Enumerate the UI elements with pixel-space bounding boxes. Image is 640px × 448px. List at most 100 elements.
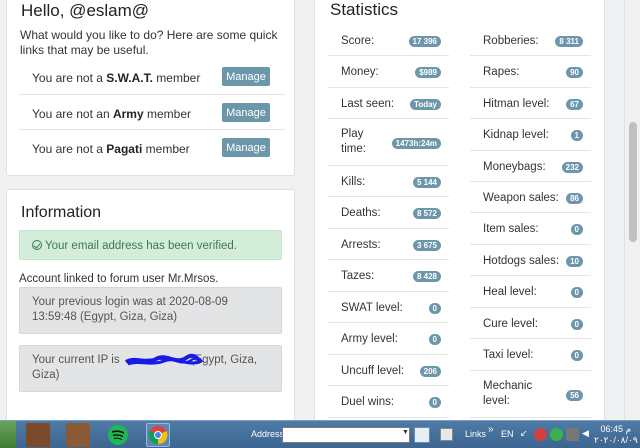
- stat-label: Heal level:: [483, 286, 537, 298]
- stat-row: Army level: 0: [328, 323, 449, 355]
- membership-text: You are not a S.W.A.T. member: [32, 71, 201, 85]
- membership-row-pagati: You are not a Pagati member Manage: [19, 129, 285, 164]
- chrome-icon[interactable]: [146, 423, 170, 447]
- expand-arrows-icon[interactable]: »: [488, 424, 494, 435]
- windows-taskbar: Address ▼ Links » EN ↙ ◀ 06:45 م ٢٠٢٠/٠٨…: [0, 420, 640, 448]
- stat-label: Deaths:: [341, 207, 381, 219]
- stat-label: Play time:: [341, 128, 366, 155]
- email-verified-text: Your email address has been verified.: [45, 240, 237, 252]
- stat-row: Moneybags: 232: [470, 151, 591, 182]
- previous-login-text: Your previous login was at 2020-08-09 13…: [32, 296, 228, 323]
- network-icon[interactable]: [566, 428, 579, 441]
- game-app-icon[interactable]: [26, 423, 50, 447]
- membership-text: You are not an Army member: [32, 107, 191, 121]
- stat-row: Play time: 1473h:24m: [328, 119, 449, 166]
- start-button[interactable]: [0, 421, 16, 448]
- tray-app-icon[interactable]: [534, 428, 547, 441]
- stat-value-badge: 1473h:24m: [391, 137, 441, 149]
- scrollbar-thumb[interactable]: [629, 122, 637, 242]
- stat-value-badge: 3 675: [412, 239, 441, 251]
- chevron-down-icon[interactable]: ▼: [402, 429, 409, 436]
- stat-row: Deaths: 8 572: [328, 197, 449, 229]
- hello-description: What would you like to do? Here are some…: [20, 28, 278, 57]
- address-input[interactable]: [282, 427, 410, 443]
- stat-row: Taxi level: 0: [470, 339, 591, 371]
- arrow-icon[interactable]: ↙: [520, 428, 530, 441]
- stat-label: Weapon sales:: [483, 191, 559, 204]
- membership-row-army: You are not an Army member Manage: [19, 94, 285, 129]
- tray-app-icon-2[interactable]: [550, 428, 563, 441]
- manage-swat-button[interactable]: Manage: [222, 67, 270, 86]
- redaction-scribble: [124, 353, 204, 366]
- check-circle-icon: [32, 240, 42, 250]
- stat-row: Robberies: 8 311: [470, 25, 591, 56]
- stat-value-badge: 206: [419, 365, 441, 377]
- stat-label: Last seen:: [341, 97, 395, 110]
- stat-label: Uncuff level:: [341, 364, 405, 377]
- information-title: Information: [21, 204, 102, 221]
- hello-title: Hello, @eslam@: [21, 1, 150, 20]
- links-label[interactable]: Links: [465, 429, 486, 439]
- stat-value-badge: 0: [428, 302, 441, 314]
- language-indicator[interactable]: EN: [501, 429, 514, 439]
- membership-row-swat: You are not a S.W.A.T. member Manage: [19, 59, 285, 94]
- stat-row: Last seen: Today: [328, 88, 449, 119]
- stat-row: Cure level: 0: [470, 308, 591, 339]
- stat-label: Robberies:: [483, 34, 539, 47]
- stat-value-badge: 0: [570, 287, 583, 298]
- stat-row: Heal level: 0: [470, 276, 591, 308]
- stat-row: Mechanic level: 56: [470, 371, 591, 418]
- stat-label: Arrests:: [341, 238, 381, 251]
- address-label: Address: [251, 429, 285, 439]
- stat-row: Tazes: 8 428: [328, 260, 449, 292]
- stat-label: Army level:: [341, 333, 398, 345]
- current-ip-prefix: Your current IP is: [32, 354, 120, 366]
- stat-row: Kidnap level: 1: [470, 119, 591, 151]
- pen-tablet-icon[interactable]: [440, 428, 453, 441]
- stat-value-badge: Today: [410, 98, 441, 110]
- stat-value-badge: 8 428: [412, 271, 441, 282]
- statistics-right-column: Robberies: 8 311 Rapes: 90 Hitman level: 67 Ki…: [470, 25, 591, 418]
- stat-value-badge: 0: [428, 397, 441, 408]
- page-scrollbar[interactable]: [624, 0, 640, 420]
- previous-login-box: Your previous login was at 2020-08-09 13…: [19, 287, 282, 334]
- stat-value-badge: 17 396: [408, 35, 441, 47]
- go-button[interactable]: [414, 427, 430, 443]
- spotify-icon[interactable]: [106, 423, 130, 447]
- manage-pagati-button[interactable]: Manage: [222, 138, 270, 157]
- stat-value-badge: 8 311: [555, 35, 583, 47]
- game-app-icon-2[interactable]: [66, 423, 90, 447]
- stat-row: Duel wins: 0: [328, 386, 449, 418]
- stat-value-badge: 5 144: [412, 176, 441, 188]
- stat-value-badge: 90: [566, 67, 583, 78]
- stat-value-badge: 67: [566, 98, 583, 110]
- stat-value-badge: 1: [570, 130, 583, 141]
- stat-label: Money:: [341, 66, 379, 78]
- stat-label: Item sales:: [483, 223, 539, 235]
- stat-label: Hitman level:: [483, 97, 550, 110]
- volume-icon[interactable]: ◀: [582, 428, 592, 441]
- email-verified-alert: Your email address has been verified.: [19, 230, 282, 260]
- stat-value-badge: 0: [570, 224, 583, 235]
- stat-label: SWAT level:: [341, 301, 403, 314]
- stat-row: Item sales: 0: [470, 213, 591, 245]
- stat-row: Arrests: 3 675: [328, 229, 449, 260]
- system-clock[interactable]: 06:45 م ٢٠٢٠/٠٨/٠٩: [594, 424, 638, 446]
- stat-label: Cure level:: [483, 317, 538, 330]
- stat-value-badge: 10: [566, 255, 583, 267]
- stat-label: Rapes:: [483, 66, 520, 78]
- stat-value-badge: 86: [566, 192, 583, 204]
- stat-value-badge: $989: [415, 67, 441, 78]
- stat-row: Money: $989: [328, 56, 449, 88]
- stat-label: Duel wins:: [341, 396, 395, 408]
- stat-label: Moneybags:: [483, 160, 546, 173]
- forum-link-text: Account linked to forum user Mr.Mrsos.: [19, 273, 219, 285]
- statistics-card: Statistics Score: 17 396 Money: $989 Last se…: [314, 0, 605, 426]
- membership-text: You are not a Pagati member: [32, 142, 190, 156]
- statistics-title: Statistics: [330, 0, 399, 19]
- stat-row: Rapes: 90: [470, 56, 591, 88]
- manage-army-button[interactable]: Manage: [222, 103, 270, 122]
- stat-row: Uncuff level: 206: [328, 355, 449, 386]
- stat-value-badge: 232: [561, 161, 583, 173]
- stat-row: Score: 17 396: [328, 25, 449, 56]
